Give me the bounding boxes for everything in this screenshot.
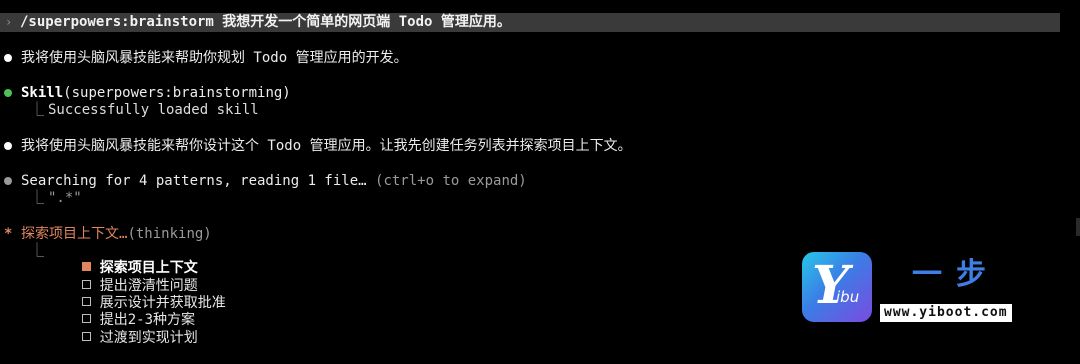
logo-ibu-text: ibu <box>836 288 860 306</box>
task-item: 探索项目上下文 <box>48 243 198 276</box>
task-pending-icon <box>81 332 91 341</box>
task-item: 提出澄清性问题 <box>48 261 198 294</box>
message-bullet-icon <box>4 54 12 62</box>
assistant-message: 我将使用头脑风暴技能来帮助你规划 Todo 管理应用的开发。 <box>21 50 408 66</box>
tree-connector-icon: ⎿ <box>30 102 44 118</box>
search-status-text: Searching for 4 patterns, reading 1 file… <box>21 173 367 189</box>
terminal-window: › /superpowers:brainstorm 我想开发一个简单的网页端 T… <box>0 0 1080 346</box>
status-state: (thinking) <box>127 226 212 242</box>
prompt-chevron-icon: › <box>5 15 13 29</box>
search-pattern: ".*" <box>48 190 82 206</box>
task-item: 展示设计并获取批准 <box>48 278 226 311</box>
tree-connector-icon: ⎿ <box>30 190 44 206</box>
tree-connector-icon: ⎿ <box>30 243 44 259</box>
tool-name: Skill <box>21 85 64 101</box>
brand-name: 一步 <box>912 257 1000 292</box>
message-bullet-icon <box>4 142 12 150</box>
tool-result: Successfully loaded skill <box>48 102 259 118</box>
task-item: 过渡到实现计划 <box>48 313 198 346</box>
tool-call-line: Skill(superpowers:brainstorming) <box>21 84 291 102</box>
brand-url: www.yiboot.com <box>880 304 1012 322</box>
search-status-line: Searching for 4 patterns, reading 1 file… <box>21 172 527 190</box>
tool-args: (superpowers:brainstorming) <box>63 85 291 101</box>
tool-success-bullet-icon <box>4 89 12 97</box>
status-line: 探索项目上下文…(thinking) <box>21 225 212 243</box>
status-text: 探索项目上下文… <box>21 226 128 242</box>
task-item: 提出2-3种方案 <box>48 295 195 328</box>
scrollbar-thumb[interactable] <box>1076 218 1080 236</box>
task-label: 过渡到实现计划 <box>99 330 198 346</box>
tool-progress-bullet-icon <box>4 177 12 185</box>
expand-hint[interactable]: (ctrl+o to expand) <box>375 173 527 189</box>
prompt-command-text[interactable]: /superpowers:brainstorm 我想开发一个简单的网页端 Tod… <box>20 13 511 32</box>
yibu-logo: Y ibu <box>802 252 872 322</box>
spinner-star-icon: * <box>4 226 13 242</box>
assistant-message: 我将使用头脑风暴技能来帮你设计这个 Todo 管理应用。让我先创建任务列表并探索… <box>21 138 632 154</box>
